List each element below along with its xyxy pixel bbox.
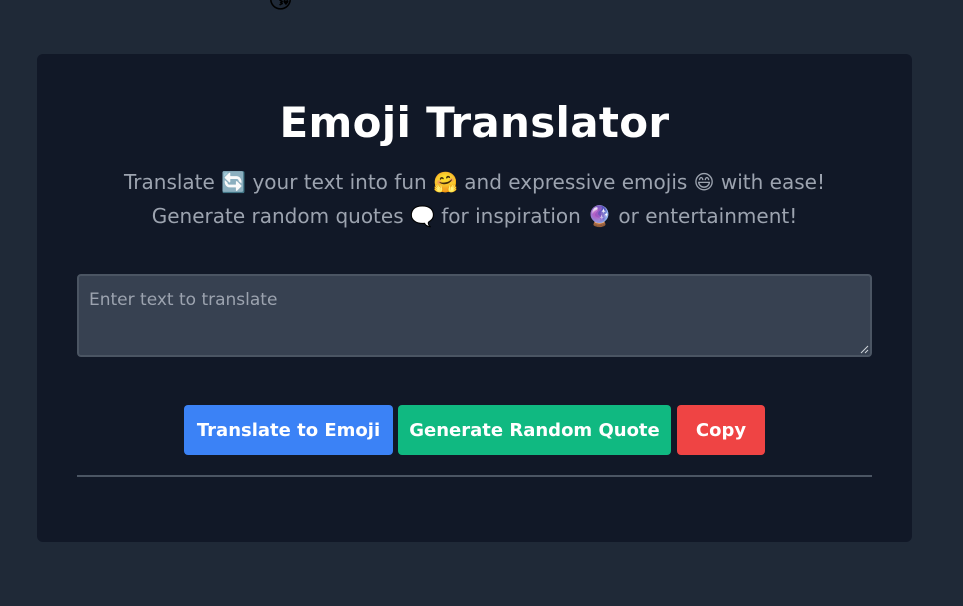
- subtitle-text: Translate: [124, 170, 222, 194]
- translate-to-emoji-button[interactable]: Translate to Emoji: [184, 405, 393, 455]
- floating-emoji-icon: 😘: [268, 0, 294, 14]
- subtitle-text: your text into fun: [246, 170, 434, 194]
- subtitle-text: for inspiration: [434, 204, 588, 228]
- subtitle-text: Generate random quotes: [151, 204, 410, 228]
- resize-handle-icon[interactable]: [860, 345, 869, 354]
- subtitle-text: with ease!: [714, 170, 825, 194]
- translator-card: Emoji Translator Translate 🔄 your text i…: [37, 54, 912, 542]
- refresh-icon: 🔄: [221, 170, 247, 194]
- subtitle-line-1: Translate 🔄 your text into fun 🤗 and exp…: [37, 172, 912, 192]
- crystal-ball-icon: 🔮: [587, 204, 613, 228]
- grinning-face-icon: 😄: [693, 170, 715, 194]
- speech-bubble-icon: 🗨️: [409, 204, 435, 228]
- translate-input[interactable]: [77, 274, 872, 357]
- subtitle-text: and expressive emojis: [457, 170, 694, 194]
- copy-button[interactable]: Copy: [677, 405, 765, 455]
- generate-random-quote-button[interactable]: Generate Random Quote: [398, 405, 671, 455]
- divider: [77, 475, 872, 477]
- page-title: Emoji Translator: [279, 98, 670, 147]
- subtitle-line-2: Generate random quotes 🗨️ for inspiratio…: [37, 206, 912, 226]
- subtitle-text: or entertainment!: [612, 204, 798, 228]
- hugging-face-icon: 🤗: [433, 170, 458, 194]
